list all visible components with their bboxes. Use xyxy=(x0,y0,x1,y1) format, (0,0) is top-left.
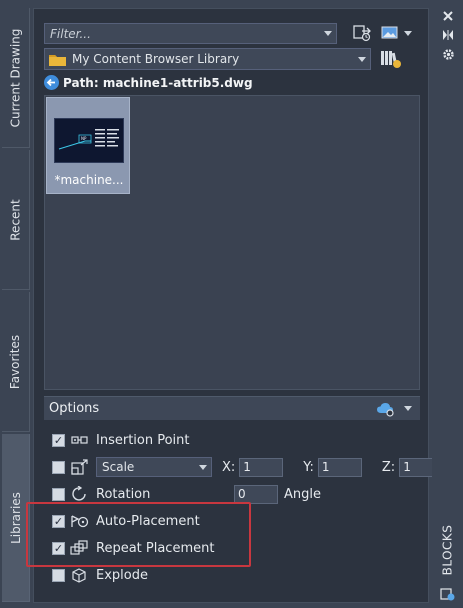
autohide-icon[interactable] xyxy=(438,25,458,45)
explode-option[interactable]: Explode xyxy=(44,563,148,587)
cloud-settings-icon[interactable] xyxy=(376,401,396,417)
repeat-placement-option[interactable]: ✓ Repeat Placement xyxy=(44,536,214,560)
tab-recent-label: Recent xyxy=(8,198,23,241)
scale-option[interactable]: Scale X: 1 Y: 1 Z: 1 xyxy=(44,455,444,479)
view-options-chevron-icon[interactable] xyxy=(401,23,415,43)
gear-icon[interactable] xyxy=(438,44,458,64)
insertion-point-icon xyxy=(70,431,90,449)
insertion-point-option[interactable]: ✓ Insertion Point xyxy=(44,428,190,452)
scale-y-label: Y: xyxy=(303,459,314,475)
tab-current-drawing-label: Current Drawing xyxy=(8,28,23,127)
palette-title-strip: BLOCKS xyxy=(432,0,463,608)
main-panel: Filter... My Content Browser Library Pat… xyxy=(33,8,444,603)
sync-icon[interactable] xyxy=(353,23,373,43)
block-gallery[interactable]: NP *machine... xyxy=(44,95,420,390)
rotation-option[interactable]: Rotation 0 Angle xyxy=(44,482,321,506)
insertion-point-checkbox[interactable]: ✓ xyxy=(52,433,65,447)
tab-current-drawing[interactable]: Current Drawing xyxy=(2,8,30,148)
rotation-label: Rotation xyxy=(96,486,151,502)
library-selected: My Content Browser Library xyxy=(72,52,240,66)
palette-title: BLOCKS xyxy=(433,520,461,580)
library-books-icon[interactable] xyxy=(380,49,402,69)
scale-icon xyxy=(70,458,90,476)
image-view-icon[interactable] xyxy=(380,23,400,43)
chevron-down-icon[interactable] xyxy=(195,458,211,476)
palette-title-text: BLOCKS xyxy=(440,524,454,576)
scale-z-label: Z: xyxy=(381,459,396,475)
options-header: Options xyxy=(44,396,420,420)
options-menu-chevron-icon[interactable] xyxy=(400,406,416,411)
rotation-angle-label: Angle xyxy=(284,486,321,502)
blocks-palette-icon[interactable] xyxy=(438,584,458,604)
scale-y-input[interactable]: 1 xyxy=(317,457,362,477)
auto-placement-option[interactable]: ✓ Auto-Placement xyxy=(44,509,200,533)
scale-mode-value: Scale xyxy=(102,460,135,474)
filter-input[interactable]: Filter... xyxy=(45,27,320,41)
repeat-placement-icon xyxy=(70,539,90,557)
back-arrow-icon[interactable] xyxy=(44,75,59,90)
tab-favorites[interactable]: Favorites xyxy=(2,292,30,432)
svg-text:NP: NP xyxy=(81,136,87,141)
auto-placement-label: Auto-Placement xyxy=(96,513,200,529)
tab-libraries-label: Libraries xyxy=(8,491,23,544)
scale-checkbox[interactable] xyxy=(52,460,65,474)
block-thumbnail-label: *machine... xyxy=(54,173,124,187)
options-title: Options xyxy=(49,401,100,416)
scale-x-label: X: xyxy=(222,459,236,475)
explode-icon xyxy=(70,566,90,584)
tab-strip: Current Drawing Recent Favorites Librari… xyxy=(0,0,31,608)
close-icon[interactable] xyxy=(438,6,458,26)
insertion-point-label: Insertion Point xyxy=(96,432,190,448)
chevron-down-icon[interactable] xyxy=(320,24,336,43)
auto-placement-checkbox[interactable]: ✓ xyxy=(52,514,65,528)
explode-label: Explode xyxy=(96,567,148,583)
blocks-palette: Current Drawing Recent Favorites Librari… xyxy=(0,0,463,608)
scale-x-input[interactable]: 1 xyxy=(239,457,284,477)
block-preview-image: NP xyxy=(54,118,124,163)
folder-icon xyxy=(49,52,67,66)
path-text: Path: machine1-attrib5.dwg xyxy=(63,75,253,90)
auto-placement-icon xyxy=(70,512,90,530)
tab-libraries[interactable]: Libraries xyxy=(2,434,30,602)
filter-combo[interactable]: Filter... xyxy=(44,23,337,44)
repeat-placement-checkbox[interactable]: ✓ xyxy=(52,541,65,555)
repeat-placement-label: Repeat Placement xyxy=(96,540,215,556)
rotation-icon xyxy=(70,485,90,503)
path-bar: Path: machine1-attrib5.dwg xyxy=(44,75,253,90)
chevron-down-icon[interactable] xyxy=(354,49,370,69)
library-combo[interactable]: My Content Browser Library xyxy=(44,48,371,70)
tab-favorites-label: Favorites xyxy=(8,334,23,389)
rotation-angle-input[interactable]: 0 xyxy=(234,484,278,504)
block-thumbnail[interactable]: NP *machine... xyxy=(46,97,130,194)
explode-checkbox[interactable] xyxy=(52,568,65,582)
tab-recent[interactable]: Recent xyxy=(2,150,30,290)
rotation-checkbox[interactable] xyxy=(52,487,65,501)
scale-mode-select[interactable]: Scale xyxy=(96,457,212,477)
